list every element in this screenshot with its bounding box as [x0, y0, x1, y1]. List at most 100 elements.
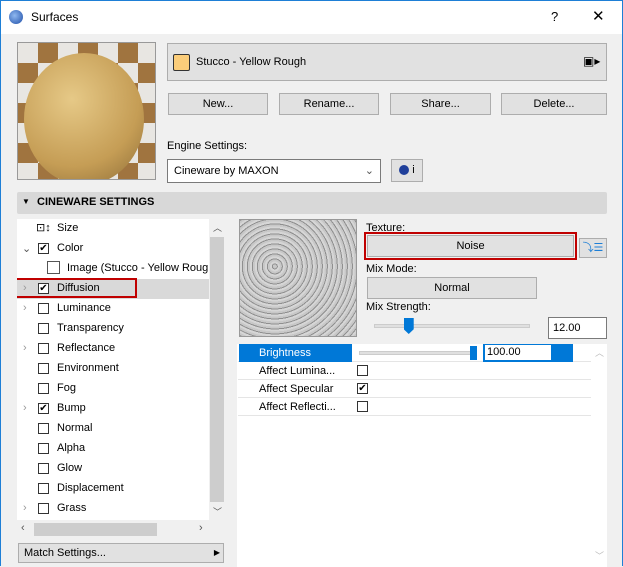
chevron-right-icon[interactable]: › — [23, 302, 27, 314]
surface-name: Stucco - Yellow Rough — [196, 56, 307, 68]
texture-preview — [239, 219, 357, 337]
mix-mode-label: Mix Mode: — [366, 263, 417, 275]
tree-item-size[interactable]: ⊡↕ Size — [17, 219, 209, 239]
checkbox[interactable]: ✔ — [38, 243, 49, 254]
property-row-3[interactable]: Affect Reflecti... — [238, 398, 591, 416]
chevron-down-icon[interactable]: ⌄ — [22, 242, 31, 255]
tree-item-transparency[interactable]: Transparency — [17, 319, 209, 339]
chevron-right-icon[interactable]: › — [23, 342, 27, 354]
tree-item-label: Alpha — [57, 442, 86, 454]
new-button[interactable]: New... — [168, 93, 268, 115]
hscroll-thumb[interactable] — [34, 523, 157, 536]
checkbox[interactable] — [38, 423, 49, 434]
checkbox[interactable] — [38, 483, 49, 494]
property-label: Affect Reflecti... — [259, 401, 336, 413]
surface-preview — [17, 42, 156, 180]
texture-button[interactable]: Noise — [364, 232, 577, 260]
checkbox[interactable] — [38, 383, 49, 394]
surface-name-field[interactable]: Stucco - Yellow Rough ▣▸ — [167, 43, 607, 81]
tree-item-label: Displacement — [57, 482, 124, 494]
tree-item-alpha[interactable]: Alpha — [17, 439, 209, 459]
property-label: Brightness — [259, 347, 311, 359]
tree-item-label: Glow — [57, 462, 83, 474]
properties-scrollbar[interactable]: ︿ ﹀ — [591, 344, 607, 567]
engine-settings-label: Engine Settings: — [167, 140, 248, 152]
tree-item-label: Transparency — [57, 322, 124, 334]
tree-item-label: Fog — [57, 382, 76, 394]
tree-item-color[interactable]: ⌄ ✔ Color — [17, 239, 209, 259]
engine-info-button[interactable]: i — [391, 159, 423, 182]
tree-vertical-scrollbar[interactable]: ︿ ﹀ — [209, 219, 225, 520]
submenu-arrow-icon: ▶ — [213, 548, 220, 557]
app-logo-icon — [9, 10, 23, 24]
slider-thumb[interactable] — [470, 346, 477, 360]
load-texture-icon: ⤵☰ — [582, 242, 604, 254]
section-title: CINEWARE SETTINGS — [37, 196, 155, 208]
cineware-icon — [399, 165, 410, 176]
tree-item-environment[interactable]: Environment — [17, 359, 209, 379]
brightness-input[interactable]: 100.00 — [485, 345, 551, 360]
tree-item-bump[interactable]: › ✔ Bump — [17, 399, 209, 419]
tree-item-reflectance[interactable]: › Reflectance — [17, 339, 209, 359]
size-icon: ⊡↕ — [36, 222, 51, 234]
scroll-down-icon[interactable]: ﹀ — [213, 505, 222, 518]
tree-horizontal-scrollbar[interactable]: ‹ › — [17, 520, 209, 537]
scroll-left-icon[interactable]: ‹ — [21, 522, 25, 534]
property-checkbox[interactable]: ✔ — [357, 383, 368, 394]
chevron-right-icon[interactable]: › — [23, 402, 27, 414]
tree-item-label: Bump — [57, 402, 86, 414]
scroll-up-icon[interactable]: ︿ — [213, 221, 222, 234]
tree-item-luminance[interactable]: › Luminance — [17, 299, 209, 319]
cineware-settings-header[interactable]: ▼ CINEWARE SETTINGS — [17, 192, 607, 214]
engine-select[interactable]: Cineware by MAXON ⌄ — [167, 159, 381, 183]
share-button[interactable]: Share... — [390, 93, 491, 115]
load-texture-button[interactable]: ⤵☰ — [579, 238, 607, 258]
checkbox[interactable] — [38, 363, 49, 374]
delete-button[interactable]: Delete... — [501, 93, 607, 115]
surface-catalog-icon[interactable]: ▣▸ — [583, 54, 600, 68]
scroll-up-icon[interactable]: ︿ — [595, 346, 604, 359]
tree-item-normal[interactable]: Normal — [17, 419, 209, 439]
help-button[interactable]: ? — [551, 9, 558, 24]
rename-button[interactable]: Rename... — [279, 93, 379, 115]
brightness-slider[interactable] — [359, 346, 477, 360]
collapse-triangle-icon: ▼ — [22, 197, 30, 206]
chevron-right-icon[interactable]: › — [23, 502, 27, 514]
image-icon — [47, 261, 60, 274]
tree-item-label: Reflectance — [57, 342, 116, 354]
checkbox[interactable] — [38, 443, 49, 454]
match-settings-button[interactable]: Match Settings... ▶ — [18, 543, 224, 563]
checkbox[interactable] — [38, 323, 49, 334]
checkbox[interactable] — [38, 463, 49, 474]
settings-tree: ⊡↕ Size ⌄ ✔ Color Image (Stucco - Yellow Roug… — [17, 219, 209, 520]
tree-item-label: Luminance — [57, 302, 111, 314]
checkbox[interactable] — [38, 503, 49, 514]
tree-item-fog[interactable]: Fog — [17, 379, 209, 399]
property-row-1[interactable]: Affect Lumina... — [238, 362, 591, 380]
mix-strength-slider[interactable] — [374, 318, 530, 334]
property-label: Affect Specular — [259, 383, 334, 395]
scroll-right-icon[interactable]: › — [199, 522, 203, 534]
checkbox[interactable] — [38, 343, 49, 354]
scroll-thumb[interactable] — [210, 237, 224, 502]
tree-item-label: Size — [57, 222, 79, 234]
property-row-2[interactable]: Affect Specular ✔ — [238, 380, 591, 398]
tree-item-label: Color — [57, 242, 84, 254]
scroll-down-icon[interactable]: ﹀ — [595, 549, 604, 562]
mix-strength-input[interactable]: 12.00 — [548, 317, 607, 339]
property-checkbox[interactable] — [357, 401, 368, 412]
checkbox[interactable]: ✔ — [38, 403, 49, 414]
property-checkbox[interactable] — [357, 365, 368, 376]
tree-item-label: Grass — [57, 502, 87, 514]
tree-item-displacement[interactable]: Displacement — [17, 479, 209, 499]
tree-item-glow[interactable]: Glow — [17, 459, 209, 479]
title-bar: Surfaces ? ✕ — [1, 1, 622, 34]
property-row-0[interactable]: Brightness 100.00 — [238, 344, 591, 362]
mix-mode-button[interactable]: Normal — [367, 277, 537, 299]
checkbox[interactable] — [38, 303, 49, 314]
property-label: Affect Lumina... — [259, 365, 336, 377]
tree-item-grass[interactable]: › Grass — [17, 499, 209, 519]
close-button[interactable]: ✕ — [592, 7, 605, 25]
tree-item-image[interactable]: Image (Stucco - Yellow Roug — [17, 259, 209, 279]
tree-item-diffusion[interactable]: › ✔ Diffusion — [17, 278, 209, 299]
